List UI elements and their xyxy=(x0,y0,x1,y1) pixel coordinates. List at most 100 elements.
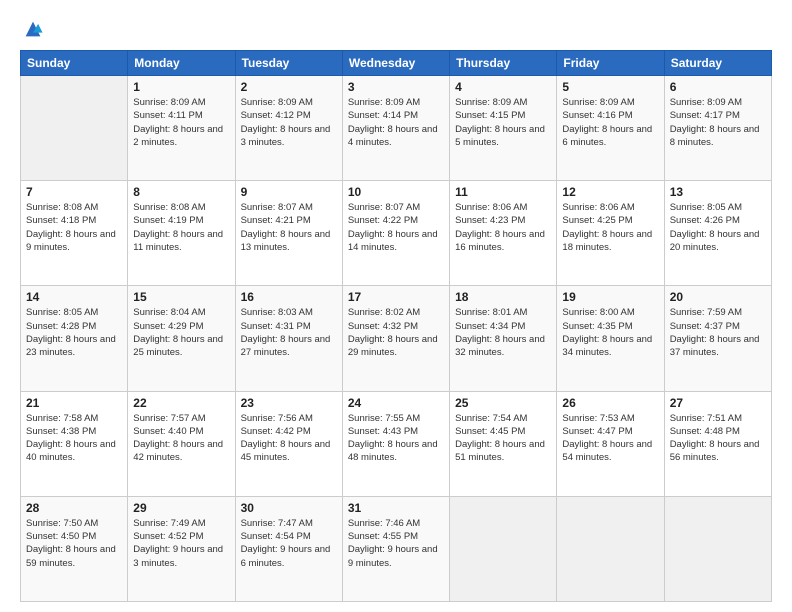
day-number: 6 xyxy=(670,80,766,94)
day-number: 31 xyxy=(348,501,444,515)
day-number: 4 xyxy=(455,80,551,94)
calendar-cell: 6 Sunrise: 8:09 AMSunset: 4:17 PMDaylight… xyxy=(664,76,771,181)
day-info: Sunrise: 7:55 AMSunset: 4:43 PMDaylight:… xyxy=(348,412,444,465)
calendar-cell: 24 Sunrise: 7:55 AMSunset: 4:43 PMDayligh… xyxy=(342,391,449,496)
day-number: 8 xyxy=(133,185,229,199)
calendar-cell xyxy=(664,496,771,601)
day-info: Sunrise: 8:06 AMSunset: 4:23 PMDaylight:… xyxy=(455,201,551,254)
calendar-cell: 26 Sunrise: 7:53 AMSunset: 4:47 PMDayligh… xyxy=(557,391,664,496)
day-info: Sunrise: 8:02 AMSunset: 4:32 PMDaylight:… xyxy=(348,306,444,359)
day-info: Sunrise: 8:09 AMSunset: 4:14 PMDaylight:… xyxy=(348,96,444,149)
day-number: 30 xyxy=(241,501,337,515)
calendar-cell: 3 Sunrise: 8:09 AMSunset: 4:14 PMDaylight… xyxy=(342,76,449,181)
calendar-week-2: 7Sunrise: 8:08 AMSunset: 4:18 PMDaylight… xyxy=(21,181,772,286)
day-number: 25 xyxy=(455,396,551,410)
day-info: Sunrise: 8:05 AMSunset: 4:28 PMDaylight:… xyxy=(26,306,122,359)
calendar-header: SundayMondayTuesdayWednesdayThursdayFrid… xyxy=(21,51,772,76)
calendar-cell: 11 Sunrise: 8:06 AMSunset: 4:23 PMDayligh… xyxy=(450,181,557,286)
calendar-cell: 21 Sunrise: 7:58 AMSunset: 4:38 PMDayligh… xyxy=(21,391,128,496)
day-number: 9 xyxy=(241,185,337,199)
calendar-cell: 2Sunrise: 8:09 AMSunset: 4:12 PMDaylight… xyxy=(235,76,342,181)
calendar-cell: 14 Sunrise: 8:05 AMSunset: 4:28 PMDayligh… xyxy=(21,286,128,391)
day-number: 22 xyxy=(133,396,229,410)
day-number: 24 xyxy=(348,396,444,410)
day-info: Sunrise: 8:09 AMSunset: 4:15 PMDaylight:… xyxy=(455,96,551,149)
calendar-cell: 27 Sunrise: 7:51 AMSunset: 4:48 PMDayligh… xyxy=(664,391,771,496)
day-number: 20 xyxy=(670,290,766,304)
header xyxy=(20,18,772,40)
calendar-cell: 4 Sunrise: 8:09 AMSunset: 4:15 PMDaylight… xyxy=(450,76,557,181)
calendar-cell xyxy=(557,496,664,601)
weekday-header-friday: Friday xyxy=(557,51,664,76)
day-info: Sunrise: 7:47 AMSunset: 4:54 PMDaylight:… xyxy=(241,517,337,570)
day-info: Sunrise: 7:46 AMSunset: 4:55 PMDaylight:… xyxy=(348,517,444,570)
calendar-cell: 15 Sunrise: 8:04 AMSunset: 4:29 PMDayligh… xyxy=(128,286,235,391)
day-info: Sunrise: 8:09 AMSunset: 4:12 PMDaylight:… xyxy=(241,96,337,149)
calendar-cell: 9 Sunrise: 8:07 AMSunset: 4:21 PMDaylight… xyxy=(235,181,342,286)
calendar-cell: 5 Sunrise: 8:09 AMSunset: 4:16 PMDaylight… xyxy=(557,76,664,181)
calendar-week-5: 28Sunrise: 7:50 AMSunset: 4:50 PMDayligh… xyxy=(21,496,772,601)
day-info: Sunrise: 7:49 AMSunset: 4:52 PMDaylight:… xyxy=(133,517,229,570)
day-info: Sunrise: 8:06 AMSunset: 4:25 PMDaylight:… xyxy=(562,201,658,254)
day-info: Sunrise: 7:56 AMSunset: 4:42 PMDaylight:… xyxy=(241,412,337,465)
day-number: 11 xyxy=(455,185,551,199)
day-number: 3 xyxy=(348,80,444,94)
day-number: 10 xyxy=(348,185,444,199)
day-number: 28 xyxy=(26,501,122,515)
weekday-header-wednesday: Wednesday xyxy=(342,51,449,76)
weekday-header-tuesday: Tuesday xyxy=(235,51,342,76)
weekday-header-monday: Monday xyxy=(128,51,235,76)
day-number: 29 xyxy=(133,501,229,515)
calendar-week-3: 14 Sunrise: 8:05 AMSunset: 4:28 PMDayligh… xyxy=(21,286,772,391)
calendar-cell: 12 Sunrise: 8:06 AMSunset: 4:25 PMDayligh… xyxy=(557,181,664,286)
calendar-cell: 23 Sunrise: 7:56 AMSunset: 4:42 PMDayligh… xyxy=(235,391,342,496)
day-info: Sunrise: 7:51 AMSunset: 4:48 PMDaylight:… xyxy=(670,412,766,465)
calendar-cell: 7Sunrise: 8:08 AMSunset: 4:18 PMDaylight… xyxy=(21,181,128,286)
logo xyxy=(20,18,44,40)
calendar-cell: 29 Sunrise: 7:49 AMSunset: 4:52 PMDayligh… xyxy=(128,496,235,601)
day-number: 15 xyxy=(133,290,229,304)
calendar-cell: 25 Sunrise: 7:54 AMSunset: 4:45 PMDayligh… xyxy=(450,391,557,496)
calendar-cell: 16Sunrise: 8:03 AMSunset: 4:31 PMDayligh… xyxy=(235,286,342,391)
day-number: 21 xyxy=(26,396,122,410)
day-info: Sunrise: 7:59 AMSunset: 4:37 PMDaylight:… xyxy=(670,306,766,359)
day-number: 12 xyxy=(562,185,658,199)
calendar-cell: 20 Sunrise: 7:59 AMSunset: 4:37 PMDayligh… xyxy=(664,286,771,391)
calendar-cell: 30 Sunrise: 7:47 AMSunset: 4:54 PMDayligh… xyxy=(235,496,342,601)
day-info: Sunrise: 7:53 AMSunset: 4:47 PMDaylight:… xyxy=(562,412,658,465)
calendar-cell: 10 Sunrise: 8:07 AMSunset: 4:22 PMDayligh… xyxy=(342,181,449,286)
day-info: Sunrise: 7:58 AMSunset: 4:38 PMDaylight:… xyxy=(26,412,122,465)
calendar-cell: 18Sunrise: 8:01 AMSunset: 4:34 PMDayligh… xyxy=(450,286,557,391)
calendar-cell: 19 Sunrise: 8:00 AMSunset: 4:35 PMDayligh… xyxy=(557,286,664,391)
calendar-cell xyxy=(450,496,557,601)
calendar-cell: 17Sunrise: 8:02 AMSunset: 4:32 PMDayligh… xyxy=(342,286,449,391)
day-info: Sunrise: 7:54 AMSunset: 4:45 PMDaylight:… xyxy=(455,412,551,465)
day-number: 14 xyxy=(26,290,122,304)
weekday-header-sunday: Sunday xyxy=(21,51,128,76)
calendar-cell: 28Sunrise: 7:50 AMSunset: 4:50 PMDayligh… xyxy=(21,496,128,601)
calendar-cell: 13Sunrise: 8:05 AMSunset: 4:26 PMDayligh… xyxy=(664,181,771,286)
day-info: Sunrise: 8:04 AMSunset: 4:29 PMDaylight:… xyxy=(133,306,229,359)
day-info: Sunrise: 8:00 AMSunset: 4:35 PMDaylight:… xyxy=(562,306,658,359)
day-number: 26 xyxy=(562,396,658,410)
logo-icon xyxy=(22,18,44,40)
weekday-header-saturday: Saturday xyxy=(664,51,771,76)
day-info: Sunrise: 7:57 AMSunset: 4:40 PMDaylight:… xyxy=(133,412,229,465)
calendar-cell: 31 Sunrise: 7:46 AMSunset: 4:55 PMDayligh… xyxy=(342,496,449,601)
day-number: 5 xyxy=(562,80,658,94)
day-number: 19 xyxy=(562,290,658,304)
calendar-week-1: 1 Sunrise: 8:09 AMSunset: 4:11 PMDaylight… xyxy=(21,76,772,181)
calendar-cell: 1 Sunrise: 8:09 AMSunset: 4:11 PMDaylight… xyxy=(128,76,235,181)
day-info: Sunrise: 8:09 AMSunset: 4:17 PMDaylight:… xyxy=(670,96,766,149)
day-info: Sunrise: 8:09 AMSunset: 4:11 PMDaylight:… xyxy=(133,96,229,149)
calendar-week-4: 21 Sunrise: 7:58 AMSunset: 4:38 PMDayligh… xyxy=(21,391,772,496)
day-info: Sunrise: 8:07 AMSunset: 4:22 PMDaylight:… xyxy=(348,201,444,254)
day-number: 1 xyxy=(133,80,229,94)
day-info: Sunrise: 8:03 AMSunset: 4:31 PMDaylight:… xyxy=(241,306,337,359)
day-number: 23 xyxy=(241,396,337,410)
weekday-header-thursday: Thursday xyxy=(450,51,557,76)
day-number: 27 xyxy=(670,396,766,410)
day-info: Sunrise: 8:07 AMSunset: 4:21 PMDaylight:… xyxy=(241,201,337,254)
day-info: Sunrise: 8:09 AMSunset: 4:16 PMDaylight:… xyxy=(562,96,658,149)
day-info: Sunrise: 8:08 AMSunset: 4:19 PMDaylight:… xyxy=(133,201,229,254)
